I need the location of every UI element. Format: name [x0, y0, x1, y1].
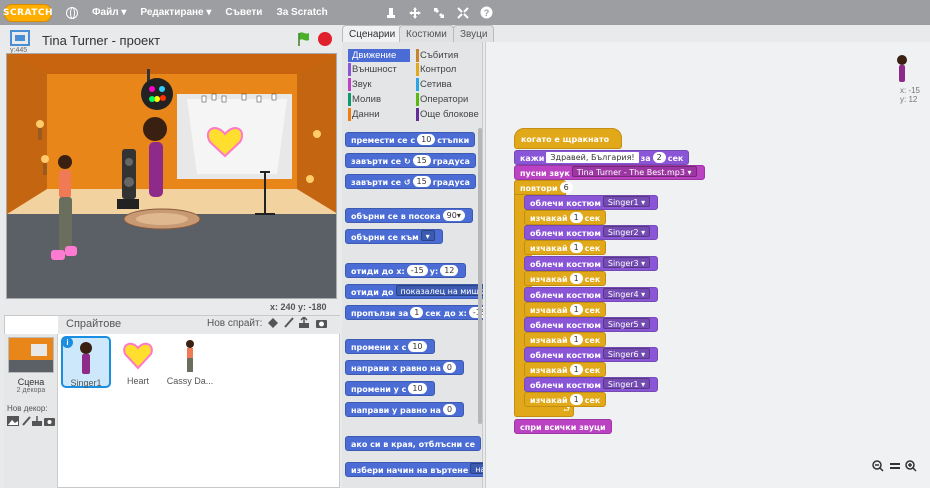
palette-scrollbar[interactable]: [478, 128, 482, 424]
block-wait-1[interactable]: изчакай 1 сек: [524, 210, 607, 225]
block-turn-cw[interactable]: завърти се ↻ 15 градуса: [345, 153, 476, 168]
block-costume-5[interactable]: облечи костюм Singer5 ▾: [524, 317, 659, 332]
menu-bar: SCRATCH Файл ▾ Редактиране ▾ Съвети За S…: [0, 0, 930, 25]
block-set-y[interactable]: направи у равно на 0: [345, 402, 465, 417]
zoom-out-icon[interactable]: [872, 460, 884, 475]
block-goto[interactable]: отиди допоказалец на мишката ▾: [345, 284, 483, 299]
cat-more[interactable]: Още блокове: [416, 108, 479, 121]
mouse-coords: x: 240 y: -180: [270, 302, 327, 312]
backdrop-camera-icon[interactable]: [44, 416, 55, 429]
block-wait-6[interactable]: изчакай 1 сек: [524, 362, 607, 377]
sprite-name: Singer1: [70, 378, 102, 388]
sprite-x: x: -15: [900, 86, 921, 95]
cat-operators[interactable]: Оператори: [416, 93, 468, 106]
stamp-icon[interactable]: [384, 6, 398, 20]
block-wait-4[interactable]: изчакай 1 сек: [524, 302, 607, 317]
upload-sprite-icon[interactable]: [298, 315, 310, 332]
svg-text:?: ?: [484, 8, 490, 18]
block-wait-5[interactable]: изчакай 1 сек: [524, 332, 607, 347]
tab-costumes[interactable]: Костюми: [399, 25, 454, 42]
arrows-icon[interactable]: [408, 6, 422, 20]
block-change-x[interactable]: промени х с 10: [345, 339, 435, 354]
menu-tips[interactable]: Съвети: [225, 7, 262, 18]
block-costume-3[interactable]: облечи костюм Singer3 ▾: [524, 256, 659, 271]
block-costume-2[interactable]: облечи костюм Singer2 ▾: [524, 225, 659, 240]
stage-thumbnail[interactable]: [8, 337, 54, 373]
cat-sensing[interactable]: Сетива: [416, 78, 452, 91]
sprite-name: Heart: [126, 376, 149, 386]
cat-looks[interactable]: Външност: [348, 63, 397, 76]
zoom-in-icon[interactable]: [905, 460, 917, 475]
shrink-icon[interactable]: [456, 6, 470, 20]
tab-sounds[interactable]: Звуци: [453, 25, 495, 42]
globe-icon[interactable]: [66, 6, 78, 19]
sprite-card-heart[interactable]: Heart: [113, 336, 163, 388]
zoom-reset-icon[interactable]: [889, 460, 901, 475]
block-wait-2[interactable]: изчакай 1 сек: [524, 240, 607, 255]
block-wait-3[interactable]: изчакай 1 сек: [524, 271, 607, 286]
backdrop-paint-icon[interactable]: [21, 416, 31, 429]
cat-pen[interactable]: Молив: [348, 93, 381, 106]
block-turn-ccw[interactable]: завърти се ↺ 15 градуса: [345, 174, 476, 189]
new-backdrop-label: Нов декор:: [7, 404, 48, 413]
block-rotation-style[interactable]: избери начин на въртененаляво: [345, 462, 483, 477]
stop-icon[interactable]: [318, 32, 332, 46]
info-icon[interactable]: i: [62, 337, 73, 348]
stage-label: Сцена: [17, 377, 45, 387]
grow-icon[interactable]: [432, 6, 446, 20]
cat-motion[interactable]: Движение: [348, 49, 410, 62]
camera-icon[interactable]: [315, 317, 328, 332]
green-flag-icon[interactable]: [296, 31, 312, 50]
menu-file[interactable]: Файл ▾: [92, 7, 126, 18]
paint-brush-icon[interactable]: [283, 317, 295, 332]
block-change-y[interactable]: промени у с 10: [345, 381, 435, 396]
block-costume-1[interactable]: облечи костюм Singer1 ▾: [524, 195, 659, 210]
block-wait-7[interactable]: изчакай 1 сек: [524, 392, 607, 407]
sprite-name: Cassy Da...: [166, 376, 214, 386]
sprites-title: Спрайтове: [66, 318, 122, 330]
cat-sound[interactable]: Звук: [348, 78, 371, 91]
backdrop-library-icon[interactable]: [7, 416, 19, 429]
new-sprite-label: Нов спрайт:: [207, 318, 263, 329]
menu-edit[interactable]: Редактиране ▾: [140, 7, 211, 18]
menu-about[interactable]: За Scratch: [276, 7, 327, 18]
sprite-card-singer1[interactable]: i Singer1: [61, 336, 111, 388]
block-stop-sounds[interactable]: спри всички звуци: [514, 419, 612, 434]
block-repeat[interactable]: повтори 6: [514, 180, 573, 195]
category-list: Движение Събития Външност Контрол Звук С…: [342, 46, 483, 126]
help-icon[interactable]: ?: [480, 6, 494, 20]
cat-control[interactable]: Контрол: [416, 63, 456, 76]
palette-blocks: премести се с 10 стъпки завърти се ↻ 15 град…: [342, 126, 483, 488]
sprite-y: y: 12: [900, 95, 918, 104]
sprite-card-cassy[interactable]: Cassy Da...: [165, 336, 215, 388]
backdrop-upload-icon[interactable]: [32, 416, 42, 429]
stage-mode-icon[interactable]: [10, 30, 30, 48]
block-set-x[interactable]: направи х равно на 0: [345, 360, 464, 375]
sprite-preview-icon: [893, 54, 911, 87]
stage-canvas[interactable]: [6, 53, 337, 299]
block-costume-6[interactable]: облечи костюм Singer6 ▾: [524, 347, 659, 362]
stage-backdrops-count: 2 декора: [16, 387, 46, 394]
block-point-direction[interactable]: обърни се в посока 90▾: [345, 208, 473, 223]
block-costume-7[interactable]: облечи костюм Singer1 ▾: [524, 377, 659, 392]
cat-events[interactable]: Събития: [416, 49, 458, 62]
project-title[interactable]: Tina Turner - проект: [42, 33, 160, 48]
cat-data[interactable]: Данни: [348, 108, 380, 121]
block-glide[interactable]: пропълзи за1сек до х:-15: [345, 305, 483, 320]
block-say[interactable]: кажи Здравей, България! за 2 сек: [514, 150, 690, 165]
block-goto-xy[interactable]: отиди до х: -15 у: 12: [345, 263, 467, 278]
block-costume-4[interactable]: облечи костюм Singer4 ▾: [524, 287, 659, 302]
block-when-flag[interactable]: когато е щракнато: [514, 128, 622, 165]
block-move[interactable]: премести се с 10 стъпки: [345, 132, 476, 147]
scratch-logo[interactable]: SCRATCH: [3, 3, 53, 22]
block-play-sound[interactable]: пусни звук Tina Turner - The Best.mp3 ▾: [514, 165, 705, 180]
block-bounce[interactable]: ако си в края, отблъсни се: [345, 436, 482, 451]
block-point-towards[interactable]: обърни се към ▾: [345, 229, 443, 244]
sprite-library-icon[interactable]: [267, 317, 279, 332]
tab-scripts[interactable]: Сценарии: [342, 25, 403, 42]
